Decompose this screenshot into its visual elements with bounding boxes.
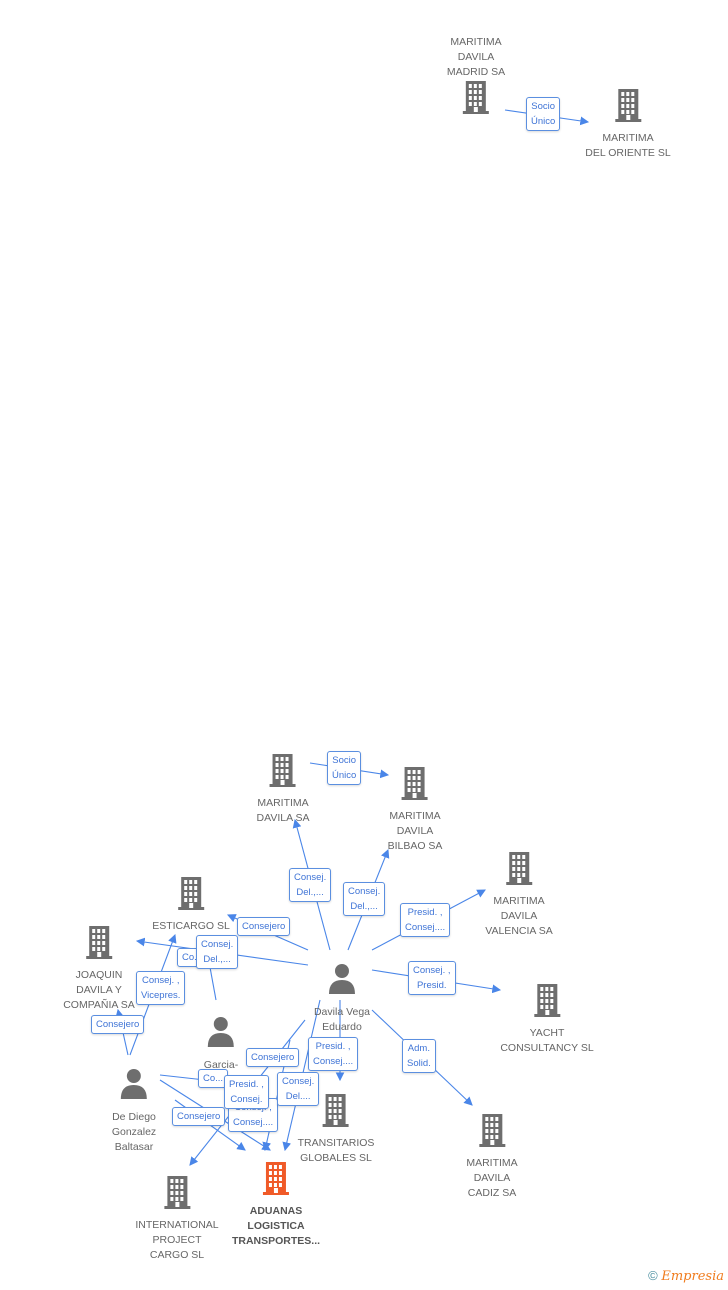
- node-cadiz[interactable]: MARITIMA DAVILA CADIZ SA: [466, 1113, 518, 1201]
- building-icon: [163, 1176, 190, 1209]
- building-icon: [401, 767, 428, 800]
- building-icon: [614, 89, 641, 122]
- node-eduardo[interactable]: Davila Vega Eduardo: [314, 962, 370, 1035]
- node-yacht[interactable]: YACHT CONSULTANCY SL: [500, 983, 594, 1056]
- edge-label[interactable]: Consej. Del.,...: [289, 868, 332, 902]
- edge-label[interactable]: Presid. , Consej.: [224, 1075, 269, 1109]
- empresia-logo: © Empresia: [648, 1268, 724, 1284]
- building-icon: [263, 1162, 289, 1195]
- node-bilbao[interactable]: MARITIMA DAVILA BILBAO SA: [387, 766, 443, 854]
- node-label: ADUANAS LOGISTICA TRANSPORTES...: [231, 1205, 321, 1247]
- building-icon: [479, 1114, 505, 1147]
- node-label: MARITIMA DEL ORIENTE SL: [585, 132, 671, 159]
- edge-label[interactable]: Adm. Solid.: [402, 1039, 436, 1073]
- person-icon: [120, 1069, 147, 1099]
- node-label: MARITIMA DAVILA CADIZ SA: [466, 1157, 518, 1199]
- node-baltasar[interactable]: De Diego Gonzalez Baltasar: [112, 1067, 156, 1155]
- node-aduanas[interactable]: ADUANAS LOGISTICA TRANSPORTES...: [232, 1161, 320, 1249]
- edge-label[interactable]: Presid. , Consej....: [400, 903, 451, 937]
- node-oriente[interactable]: MARITIMA DEL ORIENTE SL: [585, 88, 671, 161]
- person-icon: [328, 964, 355, 994]
- node-valencia[interactable]: MARITIMA DAVILA VALENCIA SA: [485, 851, 553, 939]
- edge-label[interactable]: Presid. , Consej....: [308, 1037, 359, 1071]
- edge-label[interactable]: Consejero: [91, 1015, 145, 1034]
- node-label: MARITIMA DAVILA BILBAO SA: [387, 810, 443, 852]
- building-icon: [269, 754, 296, 787]
- node-label: MARITIMA DAVILA MADRID SA: [446, 36, 506, 78]
- edge-label[interactable]: Consejero: [246, 1048, 300, 1067]
- edge-label[interactable]: Consej. Del....: [277, 1072, 320, 1106]
- edge-label[interactable]: Consej. , Vicepres.: [136, 971, 186, 1005]
- node-label: ESTICARGO SL: [152, 920, 230, 932]
- node-label: De Diego Gonzalez Baltasar: [111, 1111, 157, 1153]
- node-davila_sa[interactable]: MARITIMA DAVILA SA: [256, 753, 310, 826]
- node-label: INTERNATIONAL PROJECT CARGO SL: [135, 1219, 219, 1261]
- building-icon: [323, 1094, 349, 1127]
- edge-label[interactable]: Consej. Del.,...: [196, 935, 239, 969]
- node-label: MARITIMA DAVILA SA: [256, 797, 310, 824]
- building-icon: [533, 984, 560, 1017]
- edge-label[interactable]: Consejero: [237, 917, 291, 936]
- edge-label[interactable]: Consej. Del.,...: [343, 882, 386, 916]
- node-madrid[interactable]: MARITIMA DAVILA MADRID SA: [447, 35, 505, 123]
- building-icon: [177, 877, 204, 910]
- node-esticargo[interactable]: ESTICARGO SL: [152, 876, 230, 934]
- node-label: JOAQUIN DAVILA Y COMPAÑIA SA: [63, 969, 135, 1011]
- building-icon: [463, 81, 489, 114]
- node-label: Davila Vega Eduardo: [313, 1006, 371, 1033]
- edge-label[interactable]: Socio Único: [526, 97, 561, 131]
- edge-label[interactable]: Socio Único: [327, 751, 362, 785]
- node-label: YACHT CONSULTANCY SL: [500, 1027, 594, 1054]
- person-icon: [208, 1017, 234, 1047]
- edge-label[interactable]: Consejero: [172, 1107, 226, 1126]
- building-icon: [505, 852, 532, 885]
- edge-label[interactable]: Consej. , Presid.: [408, 961, 456, 995]
- node-joaquin[interactable]: JOAQUIN DAVILA Y COMPAÑIA SA: [63, 925, 135, 1013]
- node-label: MARITIMA DAVILA VALENCIA SA: [485, 895, 553, 937]
- building-icon: [85, 926, 112, 959]
- node-ipc[interactable]: INTERNATIONAL PROJECT CARGO SL: [135, 1175, 219, 1263]
